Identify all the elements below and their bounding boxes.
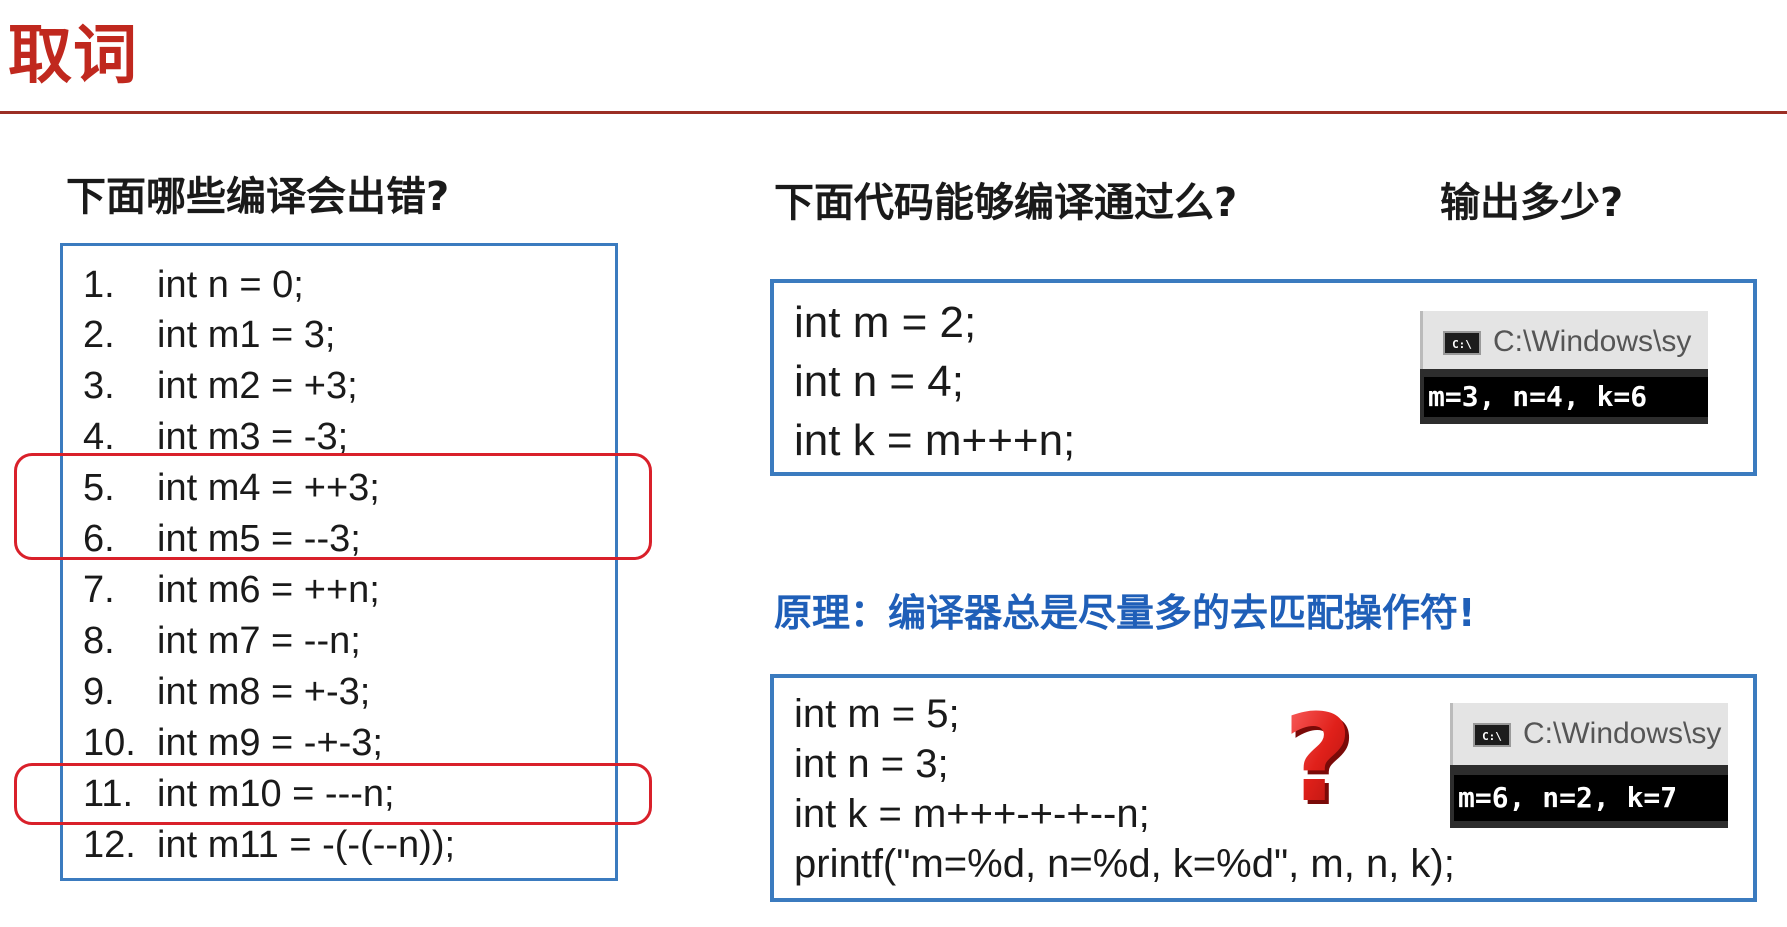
item-code: int m6 = ++n;: [157, 569, 380, 611]
console-icon: C:\: [1473, 723, 1511, 747]
list-item: 10. int m9 = -+-3;: [83, 724, 383, 762]
list-item: 3. int m2 = +3;: [83, 367, 358, 405]
list-item: 4. int m3 = -3;: [83, 418, 348, 456]
question-mark-icon: ? ?: [1283, 700, 1357, 830]
error-highlight-item-11: [14, 763, 652, 825]
list-item: 12. int m11 = -(-(--n));: [83, 826, 455, 864]
left-question: 下面哪些编译会出错?: [66, 174, 450, 220]
console-output: m=6, n=2, k=7: [1454, 775, 1728, 821]
code-line: int n = 3;: [794, 742, 949, 786]
item-number: 12.: [83, 824, 136, 866]
console-title-bar: C:\ C:\Windows\sy: [1420, 311, 1708, 369]
item-number: 7.: [83, 569, 115, 611]
item-number: 9.: [83, 671, 115, 713]
item-code: int m7 = --n;: [157, 620, 361, 662]
console-title: C:\Windows\sy: [1523, 717, 1722, 750]
list-item: 2. int m1 = 3;: [83, 316, 335, 354]
item-code: int m11 = -(-(--n));: [157, 824, 456, 866]
item-code: int m2 = +3;: [157, 365, 358, 407]
item-code: int m1 = 3;: [157, 314, 336, 356]
code-line: int m = 5;: [794, 692, 960, 736]
item-number: 2.: [83, 314, 115, 356]
list-item: 8. int m7 = --n;: [83, 622, 361, 660]
right-question-compile: 下面代码能够编译通过么?: [774, 180, 1238, 226]
principle-note: 原理：编译器总是尽量多的去匹配操作符!: [774, 591, 1476, 635]
console-icon: C:\: [1443, 331, 1481, 355]
item-code: int m8 = +-3;: [157, 671, 371, 713]
item-number: 3.: [83, 365, 115, 407]
item-number: 8.: [83, 620, 115, 662]
error-highlight-items-5-6: [14, 453, 652, 560]
list-item: 9. int m8 = +-3;: [83, 673, 370, 711]
item-number: 10.: [83, 722, 136, 764]
code-line: int k = m+++n;: [794, 416, 1076, 465]
code-line: int n = 4;: [794, 357, 965, 406]
item-number: 4.: [83, 416, 115, 458]
console-title-bar: C:\ C:\Windows\sy: [1450, 703, 1728, 765]
item-code: int m9 = -+-3;: [157, 722, 383, 764]
code-line: int k = m+++-+-+--n;: [794, 792, 1150, 836]
console-title: C:\Windows\sy: [1493, 325, 1692, 358]
console-window-1: C:\ C:\Windows\sy m=3, n=4, k=6: [1420, 311, 1708, 424]
item-code: int n = 0;: [157, 264, 304, 306]
item-number: 1.: [83, 264, 115, 306]
list-item: 1. int n = 0;: [83, 266, 304, 304]
question-mark-glyph: ?: [1283, 700, 1353, 829]
console-output: m=3, n=4, k=6: [1424, 377, 1708, 417]
item-code: int m3 = -3;: [157, 416, 349, 458]
right-question-output: 输出多少?: [1440, 180, 1624, 226]
code-line: printf("m=%d, n=%d, k=%d", m, n, k);: [794, 842, 1455, 886]
title-divider: [0, 111, 1787, 114]
code-line: int m = 2;: [794, 298, 977, 347]
list-item: 7. int m6 = ++n;: [83, 571, 380, 609]
page-title: 取词: [8, 19, 138, 93]
console-window-2: C:\ C:\Windows\sy m=6, n=2, k=7: [1450, 703, 1728, 828]
